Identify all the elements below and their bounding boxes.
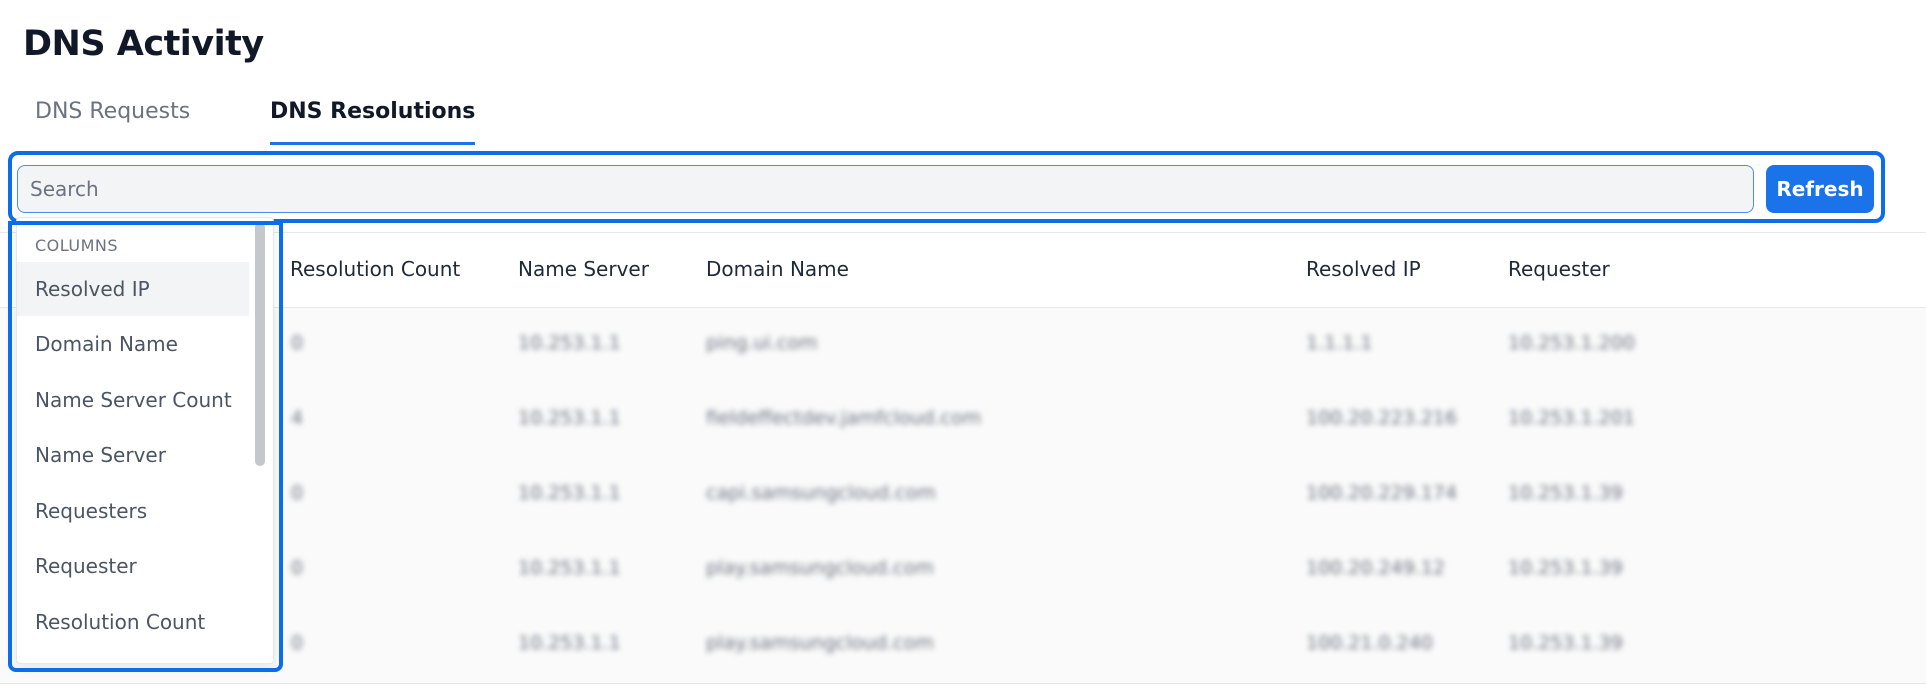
column-header-resolution-count[interactable]: Resolution Count: [290, 257, 460, 281]
cell-resolved-ip: 100.21.0.240: [1306, 632, 1433, 654]
dns-resolutions-table: Resolution Count Name Server Domain Name…: [0, 232, 1926, 684]
cell-requester: 10.253.1.200: [1508, 332, 1635, 354]
refresh-button[interactable]: Refresh: [1766, 165, 1874, 213]
cell-domain-name: ping.ui.com: [706, 332, 818, 354]
table-row[interactable]: 0 10.253.1.1 ping.ui.com 1.1.1.1 10.253.…: [0, 308, 1926, 384]
column-header-domain-name[interactable]: Domain Name: [706, 257, 849, 281]
column-option-resolution-count[interactable]: Resolution Count: [17, 595, 249, 649]
table-header: Resolution Count Name Server Domain Name…: [0, 233, 1926, 308]
columns-menu-heading: COLUMNS: [35, 236, 119, 255]
cell-domain-name: capi.samsungcloud.com: [706, 482, 936, 504]
cell-resolution-count: 0: [291, 632, 304, 654]
cell-resolution-count: 0: [291, 482, 304, 504]
cell-name-server: 10.253.1.1: [518, 557, 621, 579]
column-option-requester[interactable]: Requester: [17, 539, 249, 593]
cell-resolution-count: 0: [291, 332, 304, 354]
page-title: DNS Activity: [23, 24, 264, 64]
tab-dns-resolutions[interactable]: DNS Resolutions: [270, 92, 476, 145]
column-option-requesters[interactable]: Requesters: [17, 484, 249, 538]
column-option-resolved-ip[interactable]: Resolved IP: [17, 262, 249, 316]
cell-domain-name: fieldeffectdev.jamfcloud.com: [706, 407, 982, 429]
column-header-requester[interactable]: Requester: [1508, 257, 1610, 281]
cell-domain-name: play.samsungcloud.com: [706, 557, 934, 579]
cell-name-server: 10.253.1.1: [518, 332, 621, 354]
column-option-name-server-count[interactable]: Name Server Count: [17, 373, 249, 427]
cell-resolved-ip: 100.20.229.174: [1306, 482, 1458, 504]
cell-resolved-ip: 1.1.1.1: [1306, 332, 1373, 354]
columns-dropdown-menu: COLUMNS Resolved IP Domain Name Name Ser…: [16, 217, 274, 664]
table-row[interactable]: 0 10.253.1.1 capi.samsungcloud.com 100.2…: [0, 458, 1926, 534]
column-header-name-server[interactable]: Name Server: [518, 257, 649, 281]
cell-resolved-ip: 100.20.223.216: [1306, 407, 1458, 429]
cell-requester: 10.253.1.39: [1508, 557, 1623, 579]
table-row[interactable]: 0 10.253.1.1 play.samsungcloud.com 100.2…: [0, 608, 1926, 684]
cell-requester: 10.253.1.39: [1508, 632, 1623, 654]
search-input[interactable]: [17, 165, 1754, 213]
column-option-name-server[interactable]: Name Server: [17, 428, 249, 482]
cell-name-server: 10.253.1.1: [518, 407, 621, 429]
cell-name-server: 10.253.1.1: [518, 482, 621, 504]
cell-domain-name: play.samsungcloud.com: [706, 632, 934, 654]
column-option-domain-name[interactable]: Domain Name: [17, 317, 249, 371]
table-row[interactable]: 4 10.253.1.1 fieldeffectdev.jamfcloud.co…: [0, 383, 1926, 459]
cell-requester: 10.253.1.201: [1508, 407, 1635, 429]
cell-resolution-count: 4: [291, 407, 304, 429]
menu-scrollbar[interactable]: [255, 222, 265, 466]
column-header-resolved-ip[interactable]: Resolved IP: [1306, 257, 1421, 281]
cell-name-server: 10.253.1.1: [518, 632, 621, 654]
cell-resolved-ip: 100.20.249.12: [1306, 557, 1446, 579]
tab-dns-requests[interactable]: DNS Requests: [35, 92, 190, 142]
cell-resolution-count: 0: [291, 557, 304, 579]
table-row[interactable]: 0 10.253.1.1 play.samsungcloud.com 100.2…: [0, 533, 1926, 609]
cell-requester: 10.253.1.39: [1508, 482, 1623, 504]
